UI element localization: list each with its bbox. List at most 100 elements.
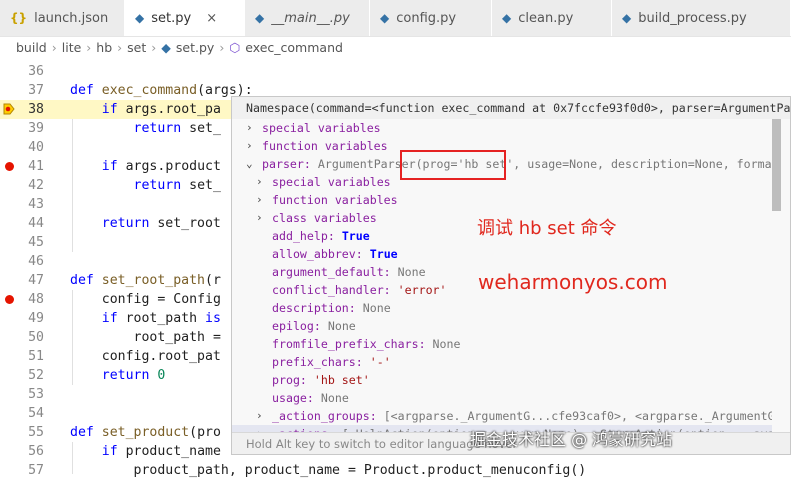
breakpoint-icon[interactable] — [5, 295, 14, 304]
tab-3[interactable]: ◆ config.py — [370, 0, 492, 36]
code-text: config = Config — [101, 292, 221, 307]
close-icon[interactable]: × — [206, 11, 217, 26]
breadcrumb-item[interactable]: hb — [96, 40, 112, 55]
tab-2[interactable]: ◆ __main__.py — [245, 0, 370, 36]
breadcrumb-item[interactable]: exec_command — [245, 40, 343, 55]
watermark: 掘金技术社区 @ 鸿蒙研究站 — [470, 430, 673, 449]
code-text: product_path, product_name = Product.pro… — [133, 463, 587, 478]
code-text: config.root_pat — [101, 349, 221, 364]
line-number: 46 — [28, 254, 44, 269]
chevron-down-icon[interactable]: ⌄ — [246, 155, 253, 173]
chevron-right-icon[interactable]: › — [256, 407, 263, 425]
chevron-right-icon[interactable]: › — [256, 191, 263, 209]
chevron-right-icon: › — [219, 39, 225, 55]
chevron-right-icon[interactable]: › — [246, 119, 253, 137]
variable-row[interactable]: › function variables — [232, 191, 772, 209]
line-number: 41 — [28, 159, 44, 174]
variable-value: ArgumentParser(prog='hb set', usage=None… — [317, 157, 772, 171]
chevron-right-icon: › — [117, 39, 123, 55]
tab-5[interactable]: ◆ build_process.py — [612, 0, 791, 36]
variable-name: epilog: — [272, 319, 321, 333]
variable-row[interactable]: prefix_chars: '-' — [232, 353, 772, 371]
python-icon: ◆ — [161, 39, 171, 55]
breadcrumb-item[interactable]: lite — [62, 40, 82, 55]
line-number: 51 — [28, 349, 44, 364]
line-number: 56 — [28, 444, 44, 459]
variable-name: special variables — [272, 175, 391, 189]
variable-name: function variables — [272, 193, 398, 207]
code-text: root_path = — [133, 330, 221, 345]
breadcrumb-item[interactable]: set.py — [176, 40, 214, 55]
variable-value: 'hb set' — [313, 373, 370, 387]
variable-value: None — [320, 391, 349, 405]
chevron-right-icon: › — [86, 39, 92, 55]
highlight-box — [400, 150, 506, 180]
tab-1[interactable]: ◆ set.py × — [125, 0, 245, 36]
variable-row[interactable]: › special variables — [232, 119, 772, 137]
code-text: if root_path is — [101, 311, 221, 326]
variable-value: True — [341, 229, 370, 243]
tab-label: __main__.py — [271, 10, 350, 26]
variable-value: '-' — [369, 355, 391, 369]
chevron-right-icon[interactable]: › — [246, 137, 253, 155]
variable-row[interactable]: description: None — [232, 299, 772, 317]
variable-value: None — [397, 265, 426, 279]
chevron-right-icon: › — [151, 39, 157, 55]
line-number: 52 — [28, 368, 44, 383]
breadcrumb: build › lite › hb › set › ◆ set.py › ⬡ exec_command — [0, 36, 791, 58]
breakpoint-icon[interactable] — [5, 162, 14, 171]
line-number: 49 — [28, 311, 44, 326]
breadcrumb-item[interactable]: set — [127, 40, 146, 55]
line-number: 39 — [28, 121, 44, 136]
code-text: return set_root — [101, 216, 221, 231]
variable-name: fromfile_prefix_chars: — [272, 337, 426, 351]
code-text: def exec_command(args): — [70, 83, 253, 98]
variable-value: None — [362, 301, 391, 315]
variable-row[interactable]: fromfile_prefix_chars: None — [232, 335, 772, 353]
chevron-right-icon[interactable]: › — [256, 173, 263, 191]
current-breakpoint-icon[interactable] — [3, 103, 15, 115]
line-number: 44 — [28, 216, 44, 231]
line-number: 57 — [28, 463, 44, 478]
python-icon: ◆ — [380, 11, 390, 25]
code-text: if product_name — [101, 444, 221, 459]
variable-row[interactable]: epilog: None — [232, 317, 772, 335]
tab-label: set.py — [151, 10, 192, 26]
variable-row[interactable]: usage: None — [232, 389, 772, 407]
line-number: 45 — [28, 235, 44, 250]
variable-name: allow_abbrev: — [272, 247, 363, 261]
variable-row[interactable]: › _action_groups: [<argparse._ArgumentG..… — [232, 407, 772, 425]
code-line[interactable]: 57 product_path, product_name = Product.… — [0, 461, 791, 480]
variable-name: usage: — [272, 391, 314, 405]
variable-value: [<argparse._ArgumentG...cfe93caf0>, <arg… — [383, 409, 772, 423]
hover-scrollbar[interactable] — [772, 119, 781, 211]
variable-row[interactable]: prog: 'hb set' — [232, 371, 772, 389]
line-number: 36 — [28, 64, 44, 79]
code-line[interactable]: 36 — [0, 62, 791, 81]
variable-name: description: — [272, 301, 356, 315]
tab-label: clean.py — [518, 10, 574, 26]
json-braces-icon: {} — [10, 11, 28, 25]
code-text: def set_product(pro — [70, 425, 221, 440]
tab-4[interactable]: ◆ clean.py — [492, 0, 612, 36]
tab-0[interactable]: {} launch.json — [0, 0, 125, 36]
code-text: def set_root_path(r — [70, 273, 221, 288]
variable-name: special variables — [262, 121, 381, 135]
line-number: 50 — [28, 330, 44, 345]
line-number: 43 — [28, 197, 44, 212]
method-icon: ⬡ — [229, 39, 241, 55]
variable-row[interactable]: allow_abbrev: True — [232, 245, 772, 263]
breadcrumb-item[interactable]: build — [16, 40, 47, 55]
variable-name: conflict_handler: — [272, 283, 391, 297]
line-number: 40 — [28, 140, 44, 155]
chevron-right-icon: › — [51, 39, 57, 55]
variable-name: _action_groups: — [272, 409, 377, 423]
chevron-right-icon[interactable]: › — [256, 209, 263, 227]
annotation-title: 调试 hb set 命令 — [477, 218, 617, 239]
variable-value: 'error' — [397, 283, 447, 297]
variable-name: add_help: — [272, 229, 335, 243]
line-number: 38 — [28, 102, 44, 117]
variable-name: prog: — [272, 373, 307, 387]
hover-header: Namespace(command=<function exec_command… — [232, 97, 790, 119]
variable-value: True — [369, 247, 398, 261]
